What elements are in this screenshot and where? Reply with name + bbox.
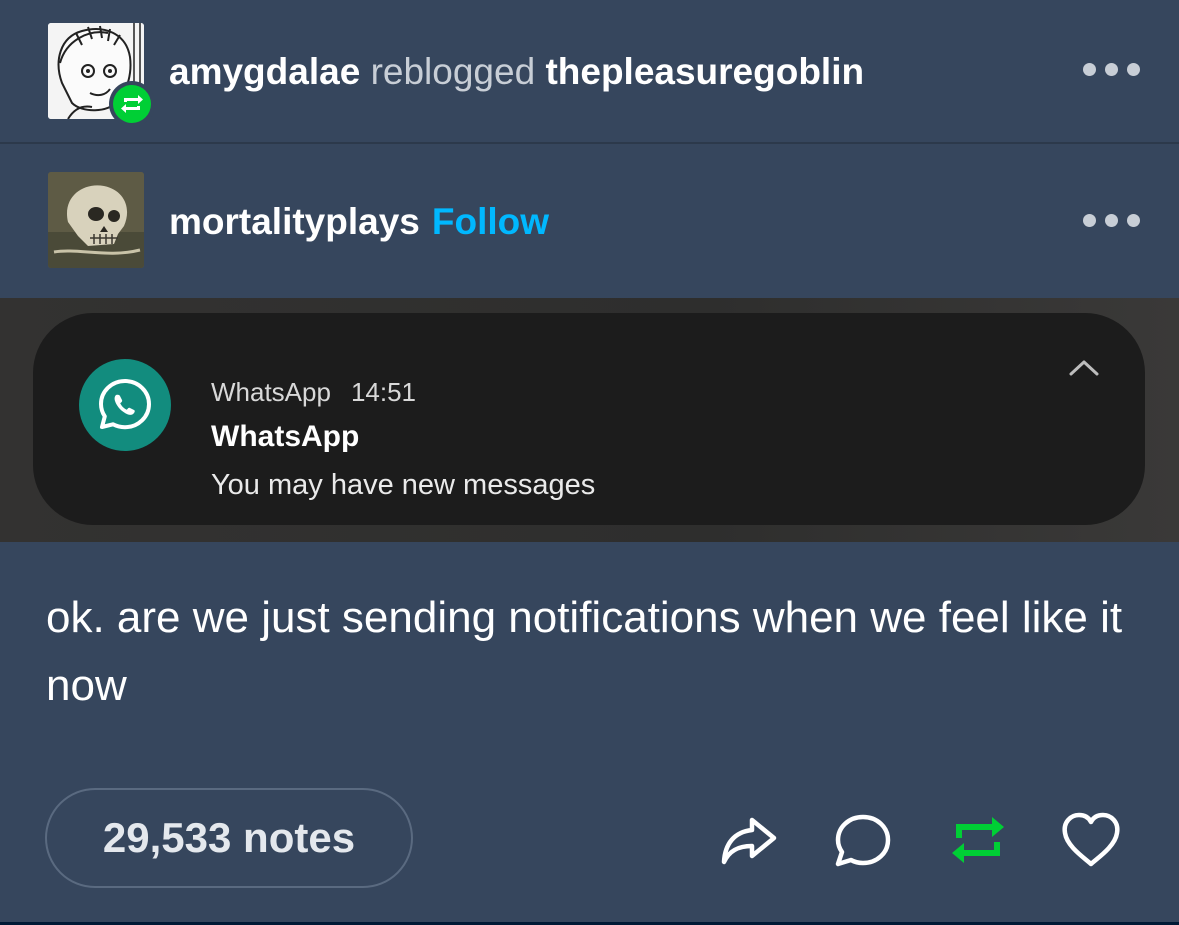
reblog-header: amygdalae reblogged thepleasuregoblin [0, 0, 1179, 144]
notification-time: 14:51 [350, 377, 417, 407]
more-dots-icon[interactable] [1083, 214, 1143, 228]
share-icon[interactable] [716, 808, 780, 872]
tumblr-post: amygdalae reblogged thepleasuregoblin mo… [0, 0, 1179, 922]
notification-app-name: WhatsApp [211, 377, 331, 407]
chevron-up-icon [1069, 360, 1099, 376]
reblog-action-text: reblogged [370, 51, 536, 92]
reblog-line: amygdalae reblogged thepleasuregoblin [169, 50, 864, 94]
follow-button[interactable]: Follow [432, 201, 549, 242]
post-body-text: ok. are we just sending notifications wh… [46, 593, 1123, 710]
notes-button[interactable]: 29,533 notes [45, 788, 413, 888]
reply-icon[interactable] [830, 808, 894, 872]
author-line: mortalityplays Follow [169, 200, 549, 244]
reblog-icon[interactable] [946, 808, 1010, 872]
notification-body: You may have new messages [211, 469, 596, 501]
heart-icon[interactable] [1059, 808, 1123, 872]
reblog-icon [121, 95, 143, 113]
author-avatar[interactable] [48, 172, 144, 268]
reblogger-username[interactable]: amygdalae [169, 51, 360, 92]
notification-title: WhatsApp [211, 420, 360, 453]
author-username[interactable]: mortalityplays [169, 201, 420, 242]
source-username[interactable]: thepleasuregoblin [545, 51, 864, 92]
skull-icon [48, 172, 144, 268]
whatsapp-icon [79, 359, 171, 451]
notification-card: WhatsApp 14:51 WhatsApp You may have new … [33, 313, 1145, 525]
more-dots-icon[interactable] [1083, 63, 1143, 77]
reblog-badge [109, 81, 155, 127]
notification-app-line: WhatsApp 14:51 [211, 377, 416, 407]
post-image[interactable]: WhatsApp 14:51 WhatsApp You may have new … [0, 298, 1179, 542]
